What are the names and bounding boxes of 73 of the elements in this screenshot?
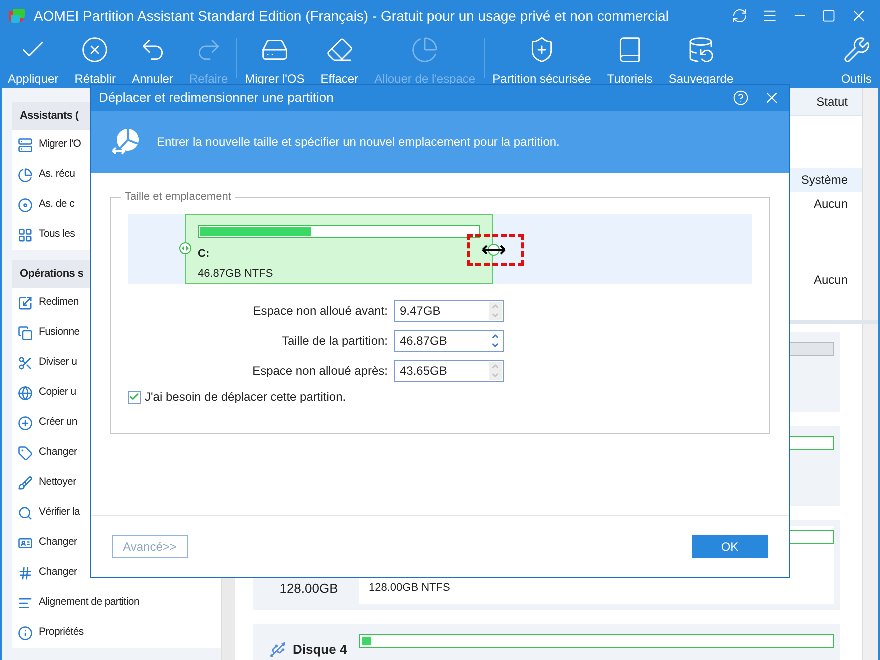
info-icon — [18, 626, 33, 640]
sidebar-item[interactable]: Migrer l'O — [39, 137, 82, 153]
globe-icon — [18, 386, 33, 400]
resize-icon — [111, 127, 141, 157]
toolbar-button[interactable]: Effacer — [312, 32, 367, 88]
toolbar-button[interactable]: Tutoriels — [599, 32, 661, 88]
group-title: Taille et emplacement — [121, 190, 236, 204]
disc-icon — [18, 198, 33, 212]
checkbox[interactable] — [128, 390, 141, 404]
pie-icon — [18, 168, 33, 182]
grid-icon — [18, 228, 33, 242]
scrollbar[interactable] — [862, 88, 878, 320]
move-checkbox[interactable]: J'ai besoin de déplacer cette partition. — [128, 388, 752, 406]
ok-button[interactable]: OK — [692, 535, 768, 558]
drive-icon — [18, 138, 33, 152]
plus-icon — [18, 416, 33, 430]
app-logo-icon — [8, 8, 26, 24]
wrench-icon — [842, 36, 872, 64]
eraser-icon — [324, 36, 355, 64]
sidebar-item[interactable]: Diviser u — [39, 355, 78, 371]
tag-icon — [18, 446, 33, 460]
copy-icon — [18, 326, 33, 340]
toolbar-button[interactable]: Partition sécurisée — [484, 32, 600, 88]
sidebar-item[interactable]: Fusionne — [39, 325, 80, 341]
sidebar-item[interactable]: Changer — [39, 445, 78, 461]
align-icon — [18, 596, 33, 610]
sidebar-item[interactable]: As. récu — [39, 167, 76, 183]
window-title: AOMEI Partition Assistant Standard Edition (Français) - Gratuit pour un usage privé et non commercial — [34, 6, 669, 26]
toolbar-button[interactable]: Appliquer — [0, 32, 67, 88]
sidebar-item[interactable]: Nettoyer — [39, 475, 76, 491]
resize-cursor-icon — [482, 243, 506, 257]
scissors-icon — [18, 356, 33, 370]
resize-icon — [18, 296, 33, 310]
id-icon — [18, 536, 33, 550]
toolbar-button[interactable]: Sauvegarde — [660, 32, 742, 88]
field-label: Taille de la partition: — [280, 333, 389, 350]
field-label: Espace non alloué avant: — [252, 303, 389, 320]
partition-block[interactable]: C: 46.87GB NTFS — [185, 214, 493, 284]
left-handle-icon[interactable] — [179, 242, 192, 255]
sidebar-item[interactable]: Copier u — [39, 385, 76, 401]
partition-info: 128.00GB NTFS — [369, 581, 450, 596]
brush-icon — [18, 476, 33, 490]
table-cell-text: Aucun — [814, 196, 849, 213]
toolbar-button[interactable]: Outils — [833, 32, 880, 88]
usb-drive-icon — [269, 640, 287, 659]
spin-field[interactable]: 46.87GB — [394, 330, 504, 352]
sidebar-item[interactable]: Changer — [39, 535, 78, 551]
menu-icon[interactable] — [762, 8, 778, 24]
toolbar-button[interactable]: Annuler — [124, 32, 182, 88]
column-header[interactable]: Statut — [816, 92, 848, 110]
sidebar-item[interactable]: Alignement de partition — [39, 595, 140, 611]
disk-capacity: 128.00GB — [280, 580, 338, 598]
maximize-icon[interactable] — [822, 9, 836, 23]
sidebar-item[interactable]: Créer un — [39, 415, 78, 431]
circle-x-icon — [80, 36, 110, 64]
partition-letter: C: — [198, 247, 211, 262]
toolbar-button[interactable]: Rétablir — [66, 32, 124, 88]
refresh-icon[interactable] — [732, 8, 748, 24]
hash-icon — [18, 566, 33, 580]
sidebar-item[interactable]: Tous les — [39, 227, 76, 243]
scrollbar[interactable] — [862, 324, 878, 660]
sidebar-item[interactable]: Redimen — [39, 295, 79, 311]
sidebar-item[interactable]: Changer — [39, 565, 78, 581]
sidebar-item[interactable]: Propriétés — [39, 625, 84, 641]
sidebar-item[interactable]: As. de c — [39, 197, 75, 213]
search-icon — [18, 506, 33, 520]
dialog-description: Entrer la nouvelle taille et spécifier un nouvel emplacement pour la partition. — [157, 134, 560, 151]
disk-name: Disque 4 — [293, 641, 348, 659]
pie-chart-icon — [410, 36, 440, 64]
table-cell-text: Aucun — [814, 272, 849, 289]
help-icon[interactable] — [733, 90, 749, 106]
sidebar-item[interactable]: Vérifier la — [39, 505, 80, 521]
field-label: Espace non alloué après: — [252, 363, 389, 380]
